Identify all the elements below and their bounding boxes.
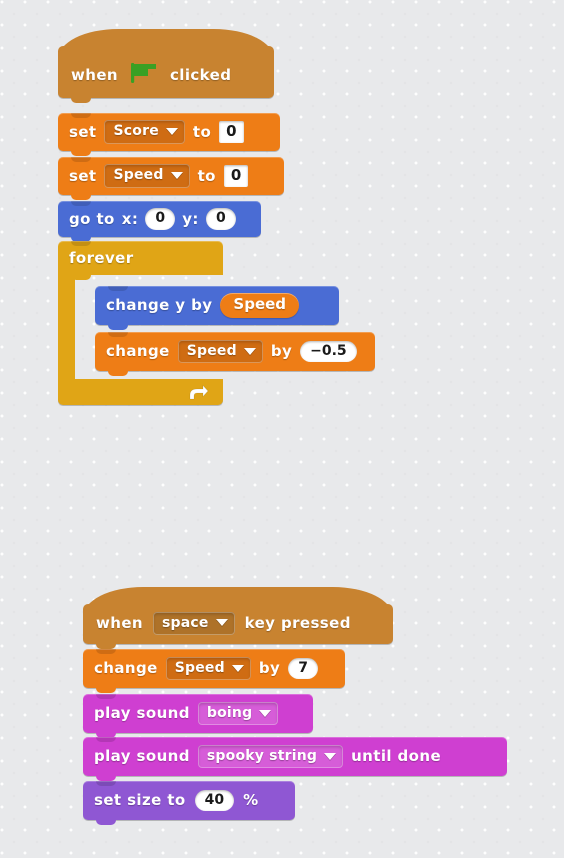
chevron-down-icon	[243, 347, 256, 355]
chevron-down-icon	[259, 709, 272, 717]
dropdown-value: Speed	[186, 342, 237, 359]
y-value-input[interactable]: 0	[205, 208, 236, 230]
sound-dropdown-boing[interactable]: boing	[197, 701, 279, 726]
by-label: by	[258, 659, 281, 677]
chevron-down-icon	[324, 752, 337, 760]
block-when-flag-clicked[interactable]: when clicked	[58, 29, 274, 103]
speed-value-input[interactable]: 0	[223, 165, 249, 187]
by-label: by	[270, 342, 293, 360]
dropdown-value: Score	[113, 123, 159, 140]
forever-label: forever	[69, 248, 134, 267]
variable-dropdown-speed[interactable]: Speed	[104, 164, 190, 188]
variable-reporter-speed[interactable]: Speed	[220, 293, 300, 318]
variable-dropdown-score[interactable]: Score	[104, 120, 185, 144]
to-label: to	[197, 166, 216, 185]
block-change-y-by[interactable]: change y by Speed	[95, 286, 339, 330]
block-set-score[interactable]: set Score to 0	[58, 113, 280, 156]
block-play-sound-until-done[interactable]: play sound spooky string until done	[83, 737, 507, 781]
block-play-sound[interactable]: play sound boing	[83, 694, 313, 738]
chevron-down-icon	[165, 128, 178, 135]
change-label: change	[106, 342, 170, 360]
y-label: y:	[182, 209, 199, 228]
block-go-to-xy[interactable]: go to x: 0 y: 0	[58, 201, 261, 242]
x-label: x:	[121, 209, 139, 228]
dropdown-value: space	[162, 614, 209, 631]
dropdown-value: Speed	[174, 659, 225, 676]
change-y-by-label: change y by	[106, 296, 213, 314]
chevron-down-icon	[170, 172, 183, 179]
change-amount-input[interactable]: 7	[288, 657, 319, 680]
dropdown-value: boing	[206, 704, 253, 721]
play-sound-label: play sound	[94, 704, 190, 722]
block-set-size[interactable]: set size to 40 %	[83, 781, 295, 825]
sound-dropdown-spooky-string[interactable]: spooky string	[197, 744, 344, 769]
percent-label: %	[243, 791, 259, 809]
until-done-label: until done	[351, 747, 442, 765]
key-dropdown[interactable]: space	[153, 611, 235, 635]
set-size-to-label: set size to	[94, 791, 186, 809]
set-label: set	[69, 166, 97, 185]
hat-dome	[58, 29, 274, 63]
change-amount-input[interactable]: −0.5	[300, 340, 357, 363]
go-to-label: go to	[69, 209, 115, 228]
set-label: set	[69, 122, 97, 141]
forever-header[interactable]: forever	[58, 241, 223, 275]
x-value-input[interactable]: 0	[145, 208, 176, 230]
scratch-blocks-canvas: when clicked set Score to 0 set Speed to…	[0, 0, 564, 858]
change-label: change	[94, 659, 158, 677]
clicked-label: clicked	[170, 65, 232, 84]
when-label: when	[96, 613, 143, 632]
block-when-key-pressed[interactable]: when space key pressed	[83, 587, 393, 649]
loop-arrow-icon	[187, 383, 209, 402]
play-sound-label: play sound	[94, 747, 190, 765]
dropdown-value: Speed	[113, 167, 164, 184]
dropdown-value: spooky string	[206, 747, 318, 764]
to-label: to	[192, 122, 212, 141]
block-change-speed-by[interactable]: change Speed by −0.5	[95, 332, 375, 376]
variable-dropdown-speed[interactable]: Speed	[165, 656, 251, 681]
green-flag-icon	[128, 61, 160, 89]
chevron-down-icon	[231, 664, 244, 672]
forever-arm	[58, 275, 91, 379]
key-pressed-label: key pressed	[244, 613, 351, 632]
variable-dropdown-speed[interactable]: Speed	[177, 339, 263, 364]
block-set-speed[interactable]: set Speed to 0	[58, 157, 284, 200]
forever-foot	[58, 379, 223, 405]
when-label: when	[71, 65, 118, 84]
block-change-speed-by-7[interactable]: change Speed by 7	[83, 649, 345, 693]
score-value-input[interactable]: 0	[219, 121, 244, 143]
chevron-down-icon	[215, 619, 228, 627]
size-value-input[interactable]: 40	[194, 789, 235, 812]
